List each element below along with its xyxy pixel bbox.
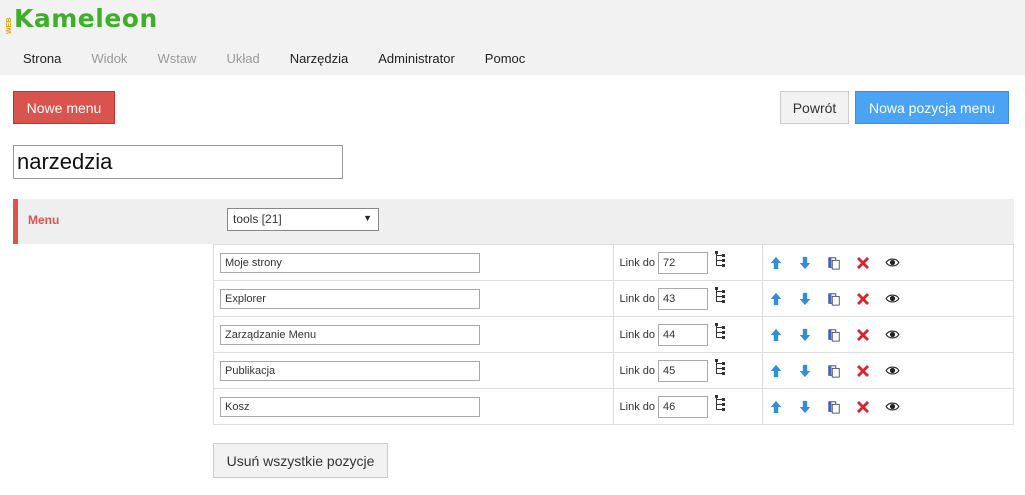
copy-icon[interactable] — [826, 363, 842, 379]
item-name-cell — [213, 280, 614, 317]
eye-icon[interactable] — [884, 255, 900, 271]
item-link-cell: Link do — [612, 316, 764, 353]
table-row: Link do — [213, 316, 1014, 353]
menu-name-input[interactable] — [13, 145, 343, 179]
link-id-input[interactable] — [658, 359, 708, 382]
item-actions-cell — [762, 280, 1014, 317]
copy-icon[interactable] — [826, 327, 842, 343]
link-label: Link do — [619, 364, 655, 377]
link-id-input[interactable] — [658, 395, 708, 418]
menu-select-value: tools [21] — [233, 212, 282, 226]
item-name-cell — [213, 388, 614, 425]
item-name-input[interactable] — [220, 396, 480, 417]
delete-icon[interactable] — [855, 291, 871, 307]
item-name-input[interactable] — [220, 252, 480, 273]
delete-icon[interactable] — [855, 363, 871, 379]
delete-icon[interactable] — [855, 255, 871, 271]
item-name-cell — [213, 316, 614, 353]
item-actions-cell — [762, 316, 1014, 353]
item-actions-cell — [762, 388, 1014, 425]
arrow-down-icon[interactable] — [797, 255, 813, 271]
item-actions-cell — [762, 352, 1014, 389]
table-row: Link do — [213, 352, 1014, 389]
item-link-cell: Link do — [612, 244, 764, 281]
item-name-cell — [213, 352, 614, 389]
link-label: Link do — [619, 256, 655, 269]
item-name-cell — [213, 244, 614, 281]
logo-web-text: WEB — [6, 17, 13, 34]
table-row: Link do — [213, 280, 1014, 317]
arrow-up-icon[interactable] — [768, 291, 784, 307]
eye-icon[interactable] — [884, 399, 900, 415]
new-item-button[interactable]: Nowa pozycja menu — [855, 91, 1009, 124]
menu-select-row: Menu tools [21] ▼ — [13, 199, 1014, 244]
delete-icon[interactable] — [855, 327, 871, 343]
menu-select[interactable]: tools [21] ▼ — [227, 208, 379, 231]
arrow-down-icon[interactable] — [797, 291, 813, 307]
menu-strona[interactable]: Strona — [0, 44, 76, 74]
logo-text: Kameleon — [14, 4, 158, 33]
tree-icon[interactable] — [714, 286, 728, 304]
item-name-input[interactable] — [220, 324, 480, 345]
link-id-input[interactable] — [658, 323, 708, 346]
new-menu-button[interactable]: Nowe menu — [13, 91, 115, 124]
delete-icon[interactable] — [855, 399, 871, 415]
menu-uklad[interactable]: Układ — [211, 44, 274, 74]
link-id-input[interactable] — [658, 251, 708, 274]
eye-icon[interactable] — [884, 363, 900, 379]
chevron-down-icon: ▼ — [363, 213, 372, 223]
item-link-cell: Link do — [612, 388, 764, 425]
item-name-input[interactable] — [220, 360, 480, 381]
top-bar: WEB Kameleon Strona Widok Wstaw Układ Na… — [0, 0, 1025, 75]
menu-items-table: Link do Link do Link do Link do Link do — [213, 244, 1014, 425]
menu-narzedzia[interactable]: Narzędzia — [275, 44, 364, 74]
item-link-cell: Link do — [612, 352, 764, 389]
table-row: Link do — [213, 244, 1014, 281]
menu-widok[interactable]: Widok — [76, 44, 142, 74]
logo: WEB Kameleon — [6, 2, 158, 34]
copy-icon[interactable] — [826, 399, 842, 415]
arrow-down-icon[interactable] — [797, 327, 813, 343]
menu-pomoc[interactable]: Pomoc — [470, 44, 540, 74]
link-label: Link do — [619, 292, 655, 305]
arrow-up-icon[interactable] — [768, 363, 784, 379]
tree-icon[interactable] — [714, 358, 728, 376]
menu-wstaw[interactable]: Wstaw — [142, 44, 211, 74]
arrow-up-icon[interactable] — [768, 327, 784, 343]
tree-icon[interactable] — [714, 322, 728, 340]
eye-icon[interactable] — [884, 327, 900, 343]
back-button[interactable]: Powrót — [780, 91, 849, 124]
tree-icon[interactable] — [714, 394, 728, 412]
item-link-cell: Link do — [612, 280, 764, 317]
arrow-down-icon[interactable] — [797, 399, 813, 415]
arrow-up-icon[interactable] — [768, 399, 784, 415]
link-label: Link do — [619, 400, 655, 413]
item-name-input[interactable] — [220, 288, 480, 309]
remove-all-button[interactable]: Usuń wszystkie pozycje — [213, 443, 388, 478]
main-menubar: Strona Widok Wstaw Układ Narzędzia Admin… — [0, 44, 540, 74]
link-id-input[interactable] — [658, 287, 708, 310]
copy-icon[interactable] — [826, 291, 842, 307]
menu-administrator[interactable]: Administrator — [363, 44, 470, 74]
item-actions-cell — [762, 244, 1014, 281]
table-row: Link do — [213, 388, 1014, 425]
arrow-up-icon[interactable] — [768, 255, 784, 271]
menu-label: Menu — [28, 213, 60, 227]
link-label: Link do — [619, 328, 655, 341]
copy-icon[interactable] — [826, 255, 842, 271]
eye-icon[interactable] — [884, 291, 900, 307]
arrow-down-icon[interactable] — [797, 363, 813, 379]
tree-icon[interactable] — [714, 250, 728, 268]
